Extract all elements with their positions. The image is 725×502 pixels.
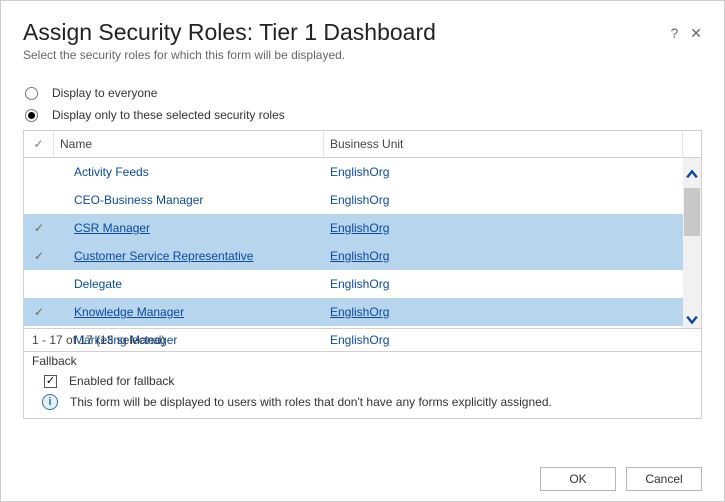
titlebar-actions: ? ✕: [670, 25, 702, 42]
dialog-title: Assign Security Roles: Tier 1 Dashboard: [23, 19, 702, 46]
table-row[interactable]: CEO-Business Manager EnglishOrg: [24, 186, 683, 214]
role-name-link[interactable]: Knowledge Manager: [74, 305, 184, 319]
table-row[interactable]: Activity Feeds EnglishOrg: [24, 158, 683, 186]
scroll-thumb[interactable]: [684, 188, 700, 236]
role-name-link[interactable]: Marketing Manager: [74, 333, 177, 347]
info-icon: i: [42, 394, 58, 410]
fallback-enabled-row[interactable]: Enabled for fallback: [32, 374, 693, 388]
row-check-icon: ✓: [24, 249, 54, 263]
scroll-up-icon[interactable]: [683, 166, 701, 184]
row-check-icon: ✓: [24, 305, 54, 319]
roles-grid: ✓ Name Business Unit Activity Feeds Engli…: [23, 130, 702, 352]
dialog-footer: OK Cancel: [540, 467, 702, 491]
ok-button[interactable]: OK: [540, 467, 616, 491]
display-everyone-option[interactable]: Display to everyone: [25, 82, 702, 104]
grid-header: ✓ Name Business Unit: [24, 131, 701, 158]
radio-icon: [25, 109, 38, 122]
fallback-section-label: Fallback: [24, 352, 701, 370]
help-icon[interactable]: ?: [670, 25, 678, 42]
fallback-info-text: This form will be displayed to users wit…: [70, 395, 552, 409]
grid-body: Activity FeedsEnglishOrgCEO-Business Man…: [24, 158, 701, 328]
table-row[interactable]: ✓ Customer Service Representative EnglishO…: [24, 242, 683, 270]
table-row[interactable]: ✓ CSR Manager EnglishOrg: [24, 214, 683, 242]
dialog-header: Assign Security Roles: Tier 1 Dashboard …: [23, 19, 702, 62]
row-check-icon: ✓: [24, 221, 54, 235]
role-name-link[interactable]: Activity Feeds: [74, 165, 149, 179]
business-unit-link[interactable]: EnglishOrg: [330, 305, 389, 319]
business-unit-link[interactable]: EnglishOrg: [330, 193, 389, 207]
business-unit-link[interactable]: EnglishOrg: [330, 277, 389, 291]
checkbox-icon: [44, 375, 57, 388]
business-unit-link[interactable]: EnglishOrg: [330, 221, 389, 235]
scroll-down-icon[interactable]: [683, 310, 701, 328]
role-name-link[interactable]: CEO-Business Manager: [74, 193, 203, 207]
radio-label: Display only to these selected security …: [52, 108, 285, 122]
assign-security-roles-dialog: Assign Security Roles: Tier 1 Dashboard …: [0, 0, 725, 502]
name-column-header[interactable]: Name: [54, 131, 324, 157]
dialog-subtitle: Select the security roles for which this…: [23, 48, 702, 62]
display-selected-option[interactable]: Display only to these selected security …: [25, 104, 702, 126]
role-name-link[interactable]: Delegate: [74, 277, 122, 291]
fallback-enabled-label: Enabled for fallback: [69, 374, 174, 388]
role-name-link[interactable]: Customer Service Representative: [74, 249, 253, 263]
close-icon[interactable]: ✕: [690, 25, 702, 42]
fallback-section: Fallback Enabled for fallback i This for…: [23, 352, 702, 419]
table-row[interactable]: Marketing Manager EnglishOrg: [24, 326, 683, 354]
role-name-link[interactable]: CSR Manager: [74, 221, 150, 235]
business-unit-column-header[interactable]: Business Unit: [324, 131, 683, 157]
select-all-column[interactable]: ✓: [24, 131, 54, 157]
cancel-button[interactable]: Cancel: [626, 467, 702, 491]
fallback-info-row: i This form will be displayed to users w…: [32, 394, 693, 410]
business-unit-link[interactable]: EnglishOrg: [330, 249, 389, 263]
business-unit-link[interactable]: EnglishOrg: [330, 333, 389, 347]
vertical-scrollbar[interactable]: [683, 158, 701, 328]
check-icon: ✓: [33, 137, 43, 151]
table-row[interactable]: Delegate EnglishOrg: [24, 270, 683, 298]
business-unit-link[interactable]: EnglishOrg: [330, 165, 389, 179]
radio-label: Display to everyone: [52, 86, 157, 100]
radio-icon: [25, 87, 38, 100]
table-row[interactable]: ✓ Knowledge Manager EnglishOrg: [24, 298, 683, 326]
